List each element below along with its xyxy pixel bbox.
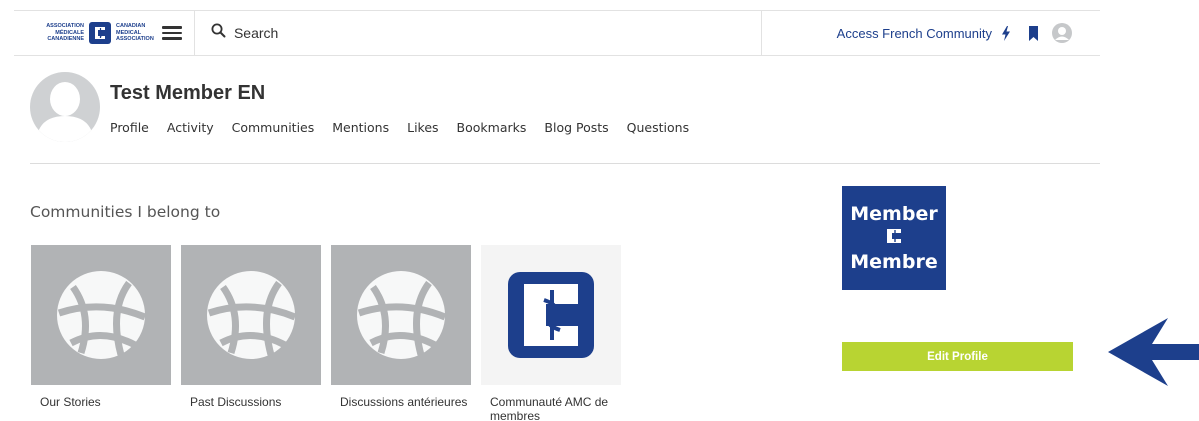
search-input[interactable]: Search xyxy=(193,10,761,56)
community-label[interactable]: Communauté AMC de membres xyxy=(481,395,621,421)
profile-header: Test Member EN Profile Activity Communit… xyxy=(30,72,1100,164)
tab-likes[interactable]: Likes xyxy=(407,120,438,135)
community-tile[interactable]: Our Stories xyxy=(31,245,171,421)
tab-profile[interactable]: Profile xyxy=(110,120,149,135)
globe-icon xyxy=(331,245,471,385)
top-right-tools: Access French Community xyxy=(760,10,1100,56)
tab-bookmarks[interactable]: Bookmarks xyxy=(457,120,527,135)
globe-icon xyxy=(31,245,171,385)
search-label: Search xyxy=(233,25,279,41)
communities-section-title: Communities I belong to xyxy=(30,203,221,221)
cma-logo[interactable]: ASSOCIATION MÉDICALE CANADIENNE CANADIAN… xyxy=(14,10,154,56)
default-avatar xyxy=(30,72,100,142)
community-label[interactable]: Discussions antérieures xyxy=(331,395,471,409)
arrow-pointer-icon xyxy=(1108,318,1199,391)
user-icon[interactable] xyxy=(1052,23,1072,43)
member-name: Test Member EN xyxy=(110,82,266,104)
edit-profile-button[interactable]: Edit Profile xyxy=(842,342,1073,371)
tab-blog-posts[interactable]: Blog Posts xyxy=(544,120,608,135)
tab-mentions[interactable]: Mentions xyxy=(332,120,389,135)
access-french-community-link[interactable]: Access French Community xyxy=(837,26,992,41)
community-label[interactable]: Past Discussions xyxy=(181,395,321,409)
community-tile[interactable]: Discussions antérieures xyxy=(331,245,471,421)
tab-questions[interactable]: Questions xyxy=(627,120,689,135)
logo-text-fr: ASSOCIATION MÉDICALE CANADIENNE xyxy=(46,23,84,43)
community-tile[interactable]: Communauté AMC de membres xyxy=(481,245,621,421)
community-tile[interactable]: Past Discussions xyxy=(181,245,321,421)
logo-text-en: CANADIAN MEDICAL ASSOCIATION xyxy=(116,23,154,43)
top-navigation-bar: ASSOCIATION MÉDICALE CANADIENNE CANADIAN… xyxy=(14,10,1100,56)
hamburger-icon[interactable] xyxy=(162,24,182,42)
globe-icon xyxy=(181,245,321,385)
bolt-icon[interactable] xyxy=(1001,25,1011,41)
tab-communities[interactable]: Communities xyxy=(232,120,315,135)
tab-activity[interactable]: Activity xyxy=(167,120,214,135)
badge-line-fr: Membre xyxy=(850,251,938,273)
search-icon xyxy=(211,23,226,43)
cma-emblem xyxy=(885,227,903,249)
communities-list: Our Stories Past Discussions Discussions… xyxy=(31,245,621,421)
profile-tabs: Profile Activity Communities Mentions Li… xyxy=(110,120,707,135)
badge-line-en: Member xyxy=(850,203,938,225)
community-label[interactable]: Our Stories xyxy=(31,395,171,409)
caduceus-icon xyxy=(89,22,111,44)
member-badge: Member Membre xyxy=(842,186,946,290)
cma-logo xyxy=(481,245,621,385)
bookmark-icon[interactable] xyxy=(1029,25,1038,41)
